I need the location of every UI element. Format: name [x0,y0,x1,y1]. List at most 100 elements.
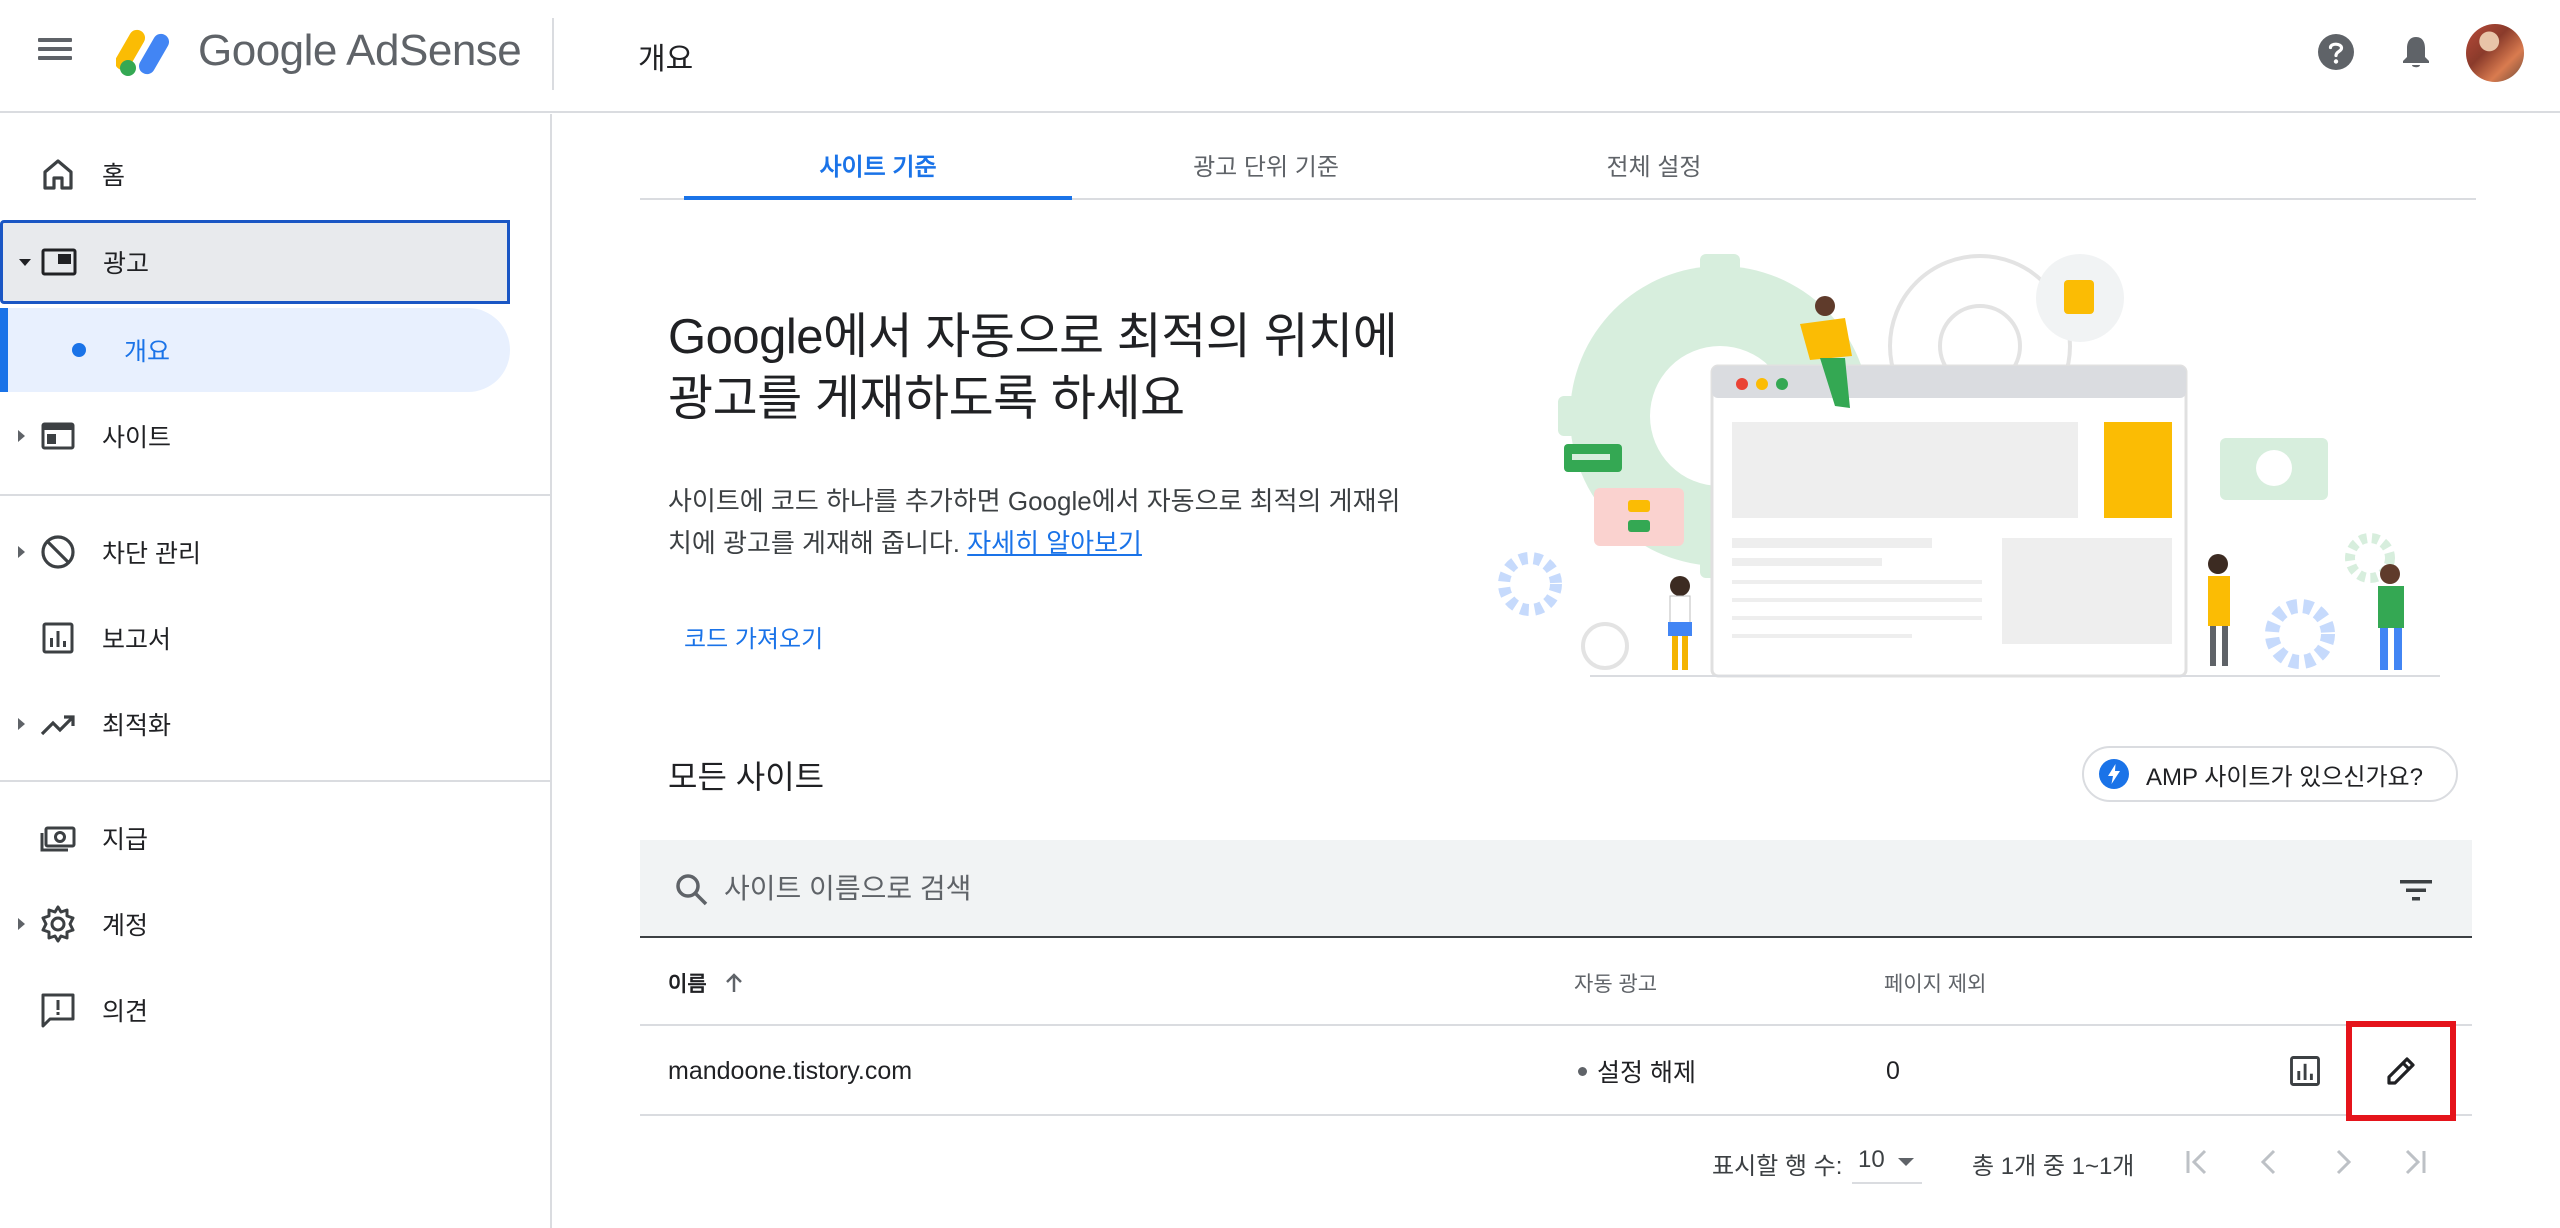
sidebar-item-reports[interactable]: 보고서 [0,596,510,680]
sidebar-item-home[interactable]: 홈 [0,132,510,216]
auto-ads-illustration [1498,254,2440,678]
sidebar-item-optimization[interactable]: 최적화 [0,682,510,766]
tab-by-site[interactable]: 사이트 기준 [684,130,1072,200]
block-icon [41,535,75,569]
pagination-range: 총 1개 중 1~1개 [1972,1153,2135,1180]
main-menu-button[interactable] [38,32,86,72]
auto-ads-status-text: 설정 해제 [1597,1059,1696,1087]
last-page-button[interactable] [2390,1138,2438,1186]
account-avatar[interactable] [2466,24,2524,82]
collapsed-caret-icon [18,718,25,730]
promo-description-line: 치에 광고를 게재해 줍니다. 자세히 알아보기 [668,522,1468,564]
dropdown-caret-icon [1898,1158,1914,1166]
next-page-button[interactable] [2318,1138,2366,1186]
promo-heading-line: Google에서 자동으로 최적의 위치에 [668,310,1398,364]
sidebar-item-account[interactable]: 계정 [0,882,510,966]
site-search-input[interactable] [724,860,2224,918]
sidebar-item-payments[interactable]: 지급 [0,796,510,880]
ads-icon [41,248,77,276]
sidebar-item-blocking[interactable]: 차단 관리 [0,510,510,594]
table-row: mandoone.tistory.com 설정 해제 0 [640,1021,2472,1121]
sidebar-divider [0,780,550,782]
tab-by-ad-unit[interactable]: 광고 단위 기준 [1072,130,1460,198]
column-header-excluded-pages: 페이지 제외 [1884,973,1987,996]
notification-bell-icon[interactable] [2396,32,2436,72]
menu-icon-line [38,56,72,60]
collapsed-caret-icon [18,430,25,442]
search-icon [676,874,708,906]
menu-icon-line [38,47,72,51]
collapsed-caret-icon [18,918,25,930]
chevron-left-icon [2260,1149,2276,1175]
pencil-edit-icon [2387,1057,2415,1085]
chevron-right-icon [2336,1149,2352,1175]
amp-lightning-icon [2099,759,2129,789]
learn-more-link[interactable]: 자세히 알아보기 [967,528,1142,558]
person-illustration [1668,576,1692,670]
expanded-caret-icon [19,258,31,266]
table-pagination: 표시할 행 수: 10 총 1개 중 1~1개 [640,1126,2472,1194]
rows-per-page-value: 10 [1858,1146,1885,1173]
active-indicator [0,308,8,392]
column-header-label: 이름 [668,973,707,996]
tab-global-settings[interactable]: 전체 설정 [1460,130,1848,198]
person-illustration [2208,554,2230,666]
view-tabs: 사이트 기준 광고 단위 기준 전체 설정 [640,130,2476,200]
sidebar-item-label: 계정 [102,912,149,940]
dot-icon [72,343,86,357]
collapsed-caret-icon [18,546,25,558]
previous-page-button[interactable] [2246,1138,2294,1186]
promo-description: 사이트에 코드 하나를 추가하면 Google에서 자동으로 최적의 게재위 치… [668,480,1468,564]
help-icon[interactable] [2316,32,2356,72]
sidebar-item-feedback[interactable]: 의견 [0,968,510,1052]
sidebar-item-label: 개요 [124,338,171,366]
trending-up-icon [40,715,75,736]
person-illustration [2378,564,2404,670]
sidebar-item-label: 광고 [103,250,150,278]
site-name-cell: mandoone.tistory.com [668,1056,913,1085]
page-title: 개요 [638,43,694,76]
excluded-pages-cell: 0 [1886,1056,1900,1085]
rows-per-page-select[interactable]: 10 [1852,1138,1922,1184]
rows-per-page-label: 표시할 행 수: [1712,1153,1843,1180]
sidebar-item-label: 차단 관리 [102,540,201,568]
amp-sites-button[interactable]: AMP 사이트가 있으신가요? [2082,746,2458,802]
first-page-icon [2186,1149,2207,1175]
auto-ads-status-cell: 설정 해제 [1578,1026,1696,1116]
site-icon [41,422,75,450]
sidebar-item-label: 지급 [102,826,149,854]
sidebar-item-ads[interactable]: 광고 [0,220,510,304]
promo-description-line: 사이트에 코드 하나를 추가하면 Google에서 자동으로 최적의 게재위 [668,486,1401,516]
sidebar-item-overview[interactable]: 개요 [0,308,510,392]
report-icon [2290,1056,2320,1086]
sidebar-item-label: 의견 [102,998,149,1026]
sidebar-item-sites[interactable]: 사이트 [0,394,510,478]
top-app-bar: Google AdSense 개요 [0,0,2560,113]
promo-description-text: 치에 광고를 게재해 줍니다. [668,528,968,558]
sidebar-nav: 홈 광고 개요 사이트 차단 관리 보고서 최적화 지급 계정 의견 [0,114,552,1228]
sort-ascending-icon [725,973,742,992]
column-header-name[interactable]: 이름 [668,940,747,1026]
product-logo-text: Google AdSense [198,26,522,75]
promo-heading: Google에서 자동으로 최적의 위치에 광고를 게재하도록 하세요 [668,306,1528,430]
adsense-logo-icon [116,29,169,76]
first-page-button[interactable] [2174,1138,2222,1186]
site-search-bar [640,840,2472,938]
all-sites-title: 모든 사이트 [668,759,825,795]
gear-icon [41,905,75,943]
sidebar-item-label: 홈 [102,162,126,190]
report-icon [42,622,74,654]
browser-illustration [1710,364,2188,678]
get-code-button[interactable]: 코드 가져오기 [670,612,837,660]
site-edit-button[interactable] [2346,1021,2456,1121]
amp-button-label: AMP 사이트가 있으신가요? [2146,763,2423,791]
filter-icon[interactable] [2396,870,2436,910]
status-dot-icon [1578,1066,1587,1076]
header-divider [552,18,554,90]
feedback-icon [41,993,75,1028]
site-report-button[interactable] [2280,1046,2330,1096]
home-icon [43,159,73,190]
sidebar-item-label: 사이트 [102,424,172,452]
promo-heading-line: 광고를 게재하도록 하세요 [668,372,1185,426]
menu-icon-line [38,38,72,42]
